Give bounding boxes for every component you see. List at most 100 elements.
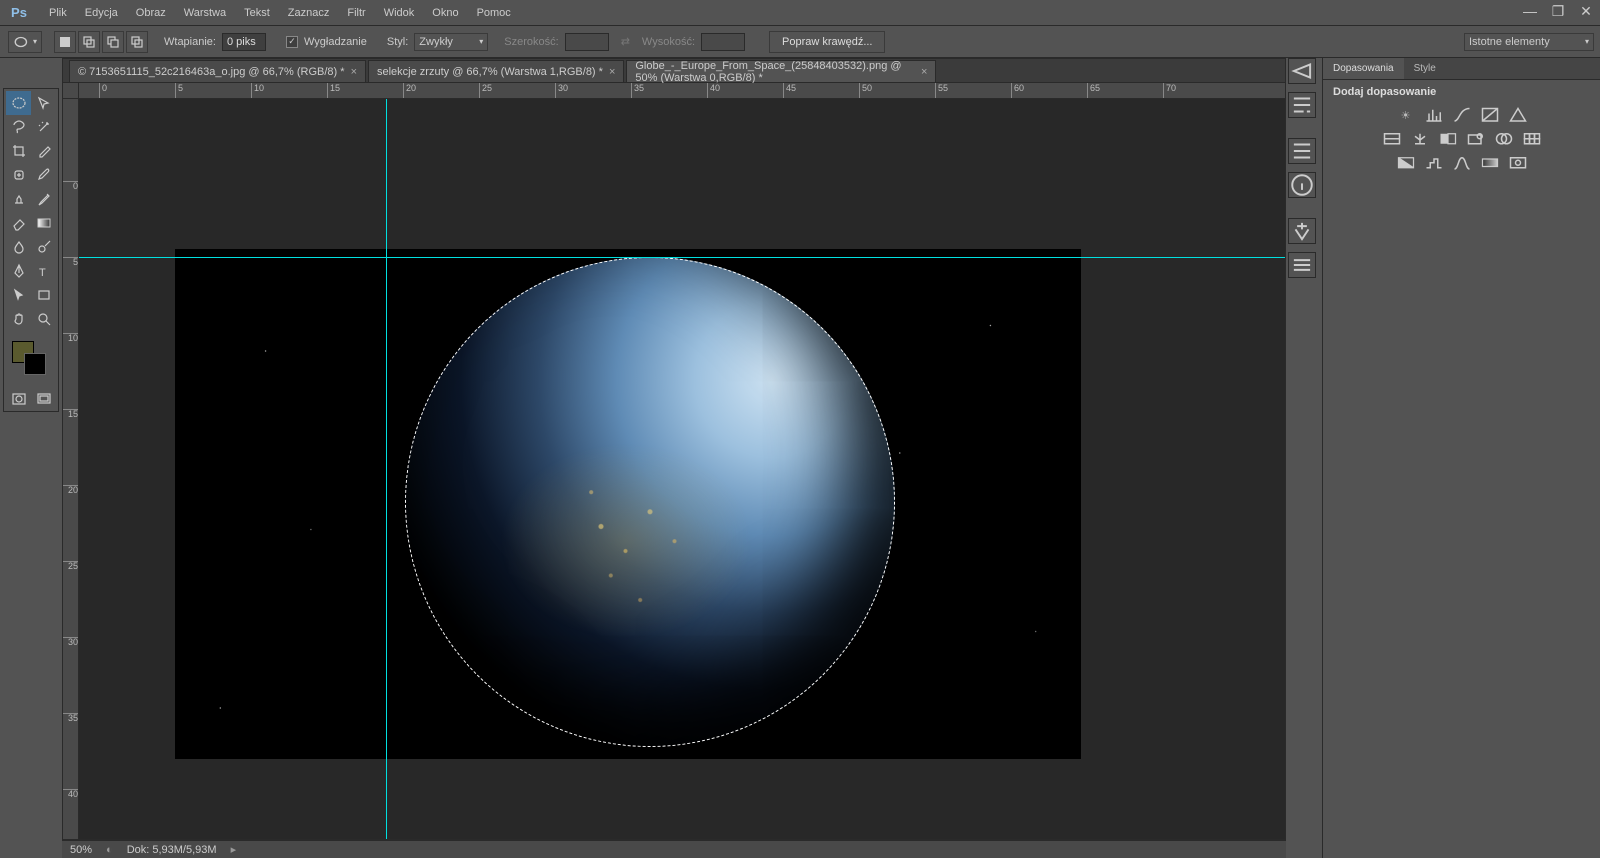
pen-tool[interactable] bbox=[6, 259, 31, 283]
eyedropper-tool[interactable] bbox=[31, 139, 56, 163]
document-area: © 7153651115_52c216463a_o.jpg @ 66,7% (R… bbox=[62, 58, 1286, 840]
gradient-tool[interactable] bbox=[31, 211, 56, 235]
menu-obraz[interactable]: Obraz bbox=[127, 7, 175, 19]
tab-style[interactable]: Style bbox=[1404, 58, 1446, 79]
menu-plik[interactable]: Plik bbox=[40, 7, 76, 19]
horizontal-guide[interactable] bbox=[79, 257, 1285, 258]
paragraph-panel-icon[interactable] bbox=[1288, 252, 1316, 278]
channel-mixer-icon[interactable] bbox=[1494, 130, 1514, 148]
document-tab[interactable]: Globe_-_Europe_From_Space_(25848403532).… bbox=[626, 60, 936, 82]
menu-warstwa[interactable]: Warstwa bbox=[175, 7, 235, 19]
quick-mask-icon[interactable] bbox=[6, 389, 31, 409]
selective-color-icon[interactable] bbox=[1508, 154, 1528, 172]
status-bar: 50% ◐ Dok: 5,93M/5,93M ▸ bbox=[62, 840, 1286, 858]
workspace-select[interactable]: Istotne elementy▾ bbox=[1464, 33, 1594, 51]
healing-brush-tool[interactable] bbox=[6, 163, 31, 187]
blur-tool[interactable] bbox=[6, 235, 31, 259]
background-color-swatch[interactable] bbox=[24, 353, 46, 375]
document-tabstrip: © 7153651115_52c216463a_o.jpg @ 66,7% (R… bbox=[63, 59, 1285, 83]
threshold-icon[interactable] bbox=[1452, 154, 1472, 172]
document-tab[interactable]: selekcje zrzuty @ 66,7% (Warstwa 1,RGB/8… bbox=[368, 60, 624, 82]
tool-preset-picker[interactable]: ▾ bbox=[8, 31, 42, 53]
color-balance-icon[interactable] bbox=[1410, 130, 1430, 148]
gradient-map-icon[interactable] bbox=[1480, 154, 1500, 172]
actions-panel-icon[interactable] bbox=[1288, 92, 1316, 118]
toolbox: T bbox=[3, 88, 59, 412]
black-white-icon[interactable] bbox=[1438, 130, 1458, 148]
selection-new-icon[interactable] bbox=[54, 31, 76, 53]
zoom-level[interactable]: 50% bbox=[70, 844, 92, 856]
maximize-button[interactable]: ❐ bbox=[1544, 0, 1572, 22]
invert-icon[interactable] bbox=[1396, 154, 1416, 172]
menu-zaznacz[interactable]: Zaznacz bbox=[279, 7, 339, 19]
screen-mode-icon[interactable] bbox=[31, 389, 56, 409]
feather-input[interactable] bbox=[222, 33, 266, 51]
status-flyout-icon[interactable]: ▸ bbox=[231, 843, 237, 856]
menu-edycja[interactable]: Edycja bbox=[76, 7, 127, 19]
zoom-tool[interactable] bbox=[31, 307, 56, 331]
lasso-tool[interactable] bbox=[6, 115, 31, 139]
eraser-tool[interactable] bbox=[6, 211, 31, 235]
elliptical-selection bbox=[405, 257, 895, 747]
menu-bar: Ps Plik Edycja Obraz Warstwa Tekst Zazna… bbox=[0, 0, 1600, 26]
photo-filter-icon[interactable] bbox=[1466, 130, 1486, 148]
canvas-viewport[interactable] bbox=[79, 99, 1285, 839]
menu-widok[interactable]: Widok bbox=[375, 7, 424, 19]
vibrance-icon[interactable] bbox=[1508, 106, 1528, 124]
close-icon[interactable]: × bbox=[921, 66, 927, 78]
color-lookup-icon[interactable] bbox=[1522, 130, 1542, 148]
menu-tekst[interactable]: Tekst bbox=[235, 7, 279, 19]
minimize-button[interactable]: — bbox=[1516, 0, 1544, 22]
selection-add-icon[interactable] bbox=[78, 31, 100, 53]
tab-dopasowania[interactable]: Dopasowania bbox=[1323, 58, 1404, 79]
width-input bbox=[565, 33, 609, 51]
document-tab[interactable]: © 7153651115_52c216463a_o.jpg @ 66,7% (R… bbox=[69, 60, 366, 82]
dodge-tool[interactable] bbox=[31, 235, 56, 259]
brightness-contrast-icon[interactable]: ☀ bbox=[1396, 106, 1416, 124]
adjustments-panel: Dopasowania Style Dodaj dopasowanie ☀ bbox=[1322, 58, 1600, 858]
magic-wand-tool[interactable] bbox=[31, 115, 56, 139]
close-button[interactable]: ✕ bbox=[1572, 0, 1600, 22]
path-selection-tool[interactable] bbox=[6, 283, 31, 307]
history-brush-tool[interactable] bbox=[31, 187, 56, 211]
swap-wh-icon: ⇄ bbox=[621, 35, 630, 48]
selection-intersect-icon[interactable] bbox=[126, 31, 148, 53]
vertical-ruler[interactable]: 0510152025303540 bbox=[63, 99, 79, 839]
curves-icon[interactable] bbox=[1452, 106, 1472, 124]
svg-text:T: T bbox=[39, 267, 46, 279]
ruler-origin[interactable] bbox=[63, 83, 79, 99]
clone-stamp-tool[interactable] bbox=[6, 187, 31, 211]
exposure-icon[interactable] bbox=[1480, 106, 1500, 124]
width-label: Szerokość: bbox=[504, 36, 558, 48]
move-tool[interactable] bbox=[31, 91, 56, 115]
history-panel-icon[interactable] bbox=[1288, 58, 1316, 84]
info-panel-icon[interactable] bbox=[1288, 172, 1316, 198]
menu-okno[interactable]: Okno bbox=[423, 7, 467, 19]
horizontal-ruler[interactable]: 0510152025303540455055606570 bbox=[79, 83, 1285, 99]
vertical-guide[interactable] bbox=[386, 99, 387, 839]
menu-pomoc[interactable]: Pomoc bbox=[468, 7, 520, 19]
brush-tool[interactable] bbox=[31, 163, 56, 187]
type-tool[interactable]: T bbox=[31, 259, 56, 283]
selection-subtract-icon[interactable] bbox=[102, 31, 124, 53]
color-swatches[interactable] bbox=[6, 337, 56, 385]
hue-saturation-icon[interactable] bbox=[1382, 130, 1402, 148]
elliptical-marquee-tool[interactable] bbox=[6, 91, 31, 115]
close-icon[interactable]: × bbox=[351, 66, 357, 78]
antialias-checkbox[interactable]: ✓ bbox=[286, 36, 298, 48]
menu-filtr[interactable]: Filtr bbox=[338, 7, 374, 19]
style-label: Styl: bbox=[387, 36, 408, 48]
levels-icon[interactable] bbox=[1424, 106, 1444, 124]
hand-tool[interactable] bbox=[6, 307, 31, 331]
rectangle-tool[interactable] bbox=[31, 283, 56, 307]
height-label: Wysokość: bbox=[642, 36, 695, 48]
brush-panel-icon[interactable] bbox=[1288, 218, 1316, 244]
style-select[interactable]: Zwykły▾ bbox=[414, 33, 488, 51]
posterize-icon[interactable] bbox=[1424, 154, 1444, 172]
close-icon[interactable]: × bbox=[609, 66, 615, 78]
refine-edge-button[interactable]: Popraw krawędź... bbox=[769, 31, 885, 53]
doc-size: Dok: 5,93M/5,93M bbox=[127, 844, 217, 856]
scrubby-zoom-icon[interactable]: ◐ bbox=[106, 844, 113, 856]
character-panel-icon[interactable] bbox=[1288, 138, 1316, 164]
crop-tool[interactable] bbox=[6, 139, 31, 163]
